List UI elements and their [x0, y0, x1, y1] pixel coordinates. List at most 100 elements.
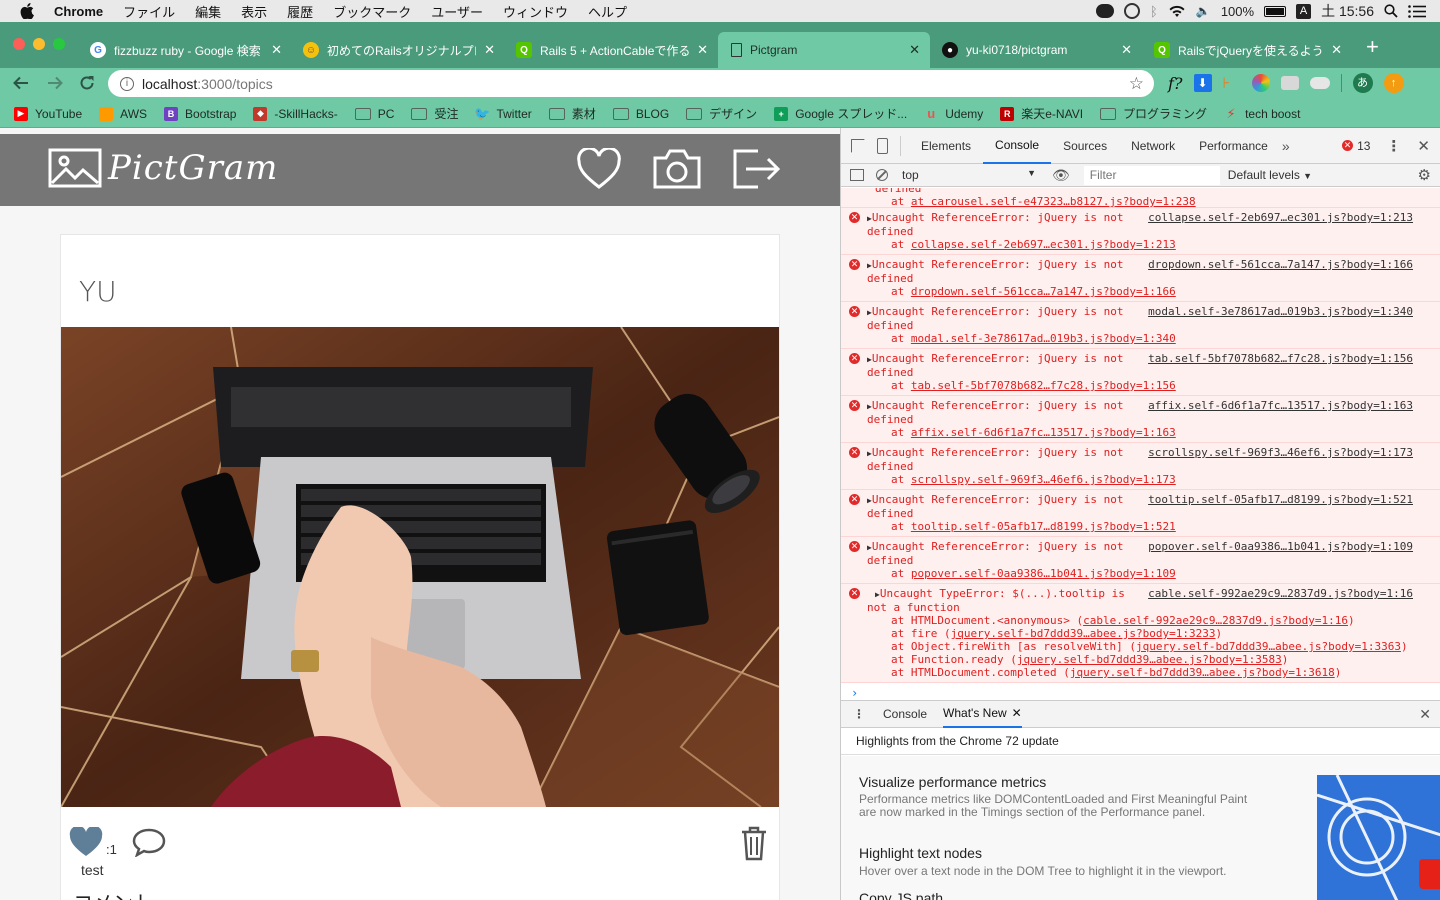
stack-link[interactable]: jquery.self-bd7ddd39…abee.js?body=1:3583 — [1017, 653, 1282, 666]
bookmark-item[interactable]: BLOG — [612, 107, 669, 121]
time-machine-icon[interactable] — [1124, 3, 1141, 19]
stack-link[interactable]: tab.self-5bf7078b682…f7c28.js?body=1:156 — [911, 379, 1176, 392]
bookmark-item[interactable]: デザイン — [686, 105, 757, 122]
close-tab-icon[interactable]: ✕ — [909, 42, 920, 58]
stack-link[interactable]: scrollspy.self-969f3…46ef6.js?body=1:173 — [911, 473, 1176, 486]
wifi-icon[interactable] — [1168, 5, 1186, 18]
clear-console-icon[interactable] — [876, 169, 888, 181]
drawer-tab-whats-new[interactable]: What's New ✕ — [943, 701, 1022, 728]
feature-item[interactable]: Copy JS path — [859, 890, 1279, 900]
update-icon[interactable]: ↑ — [1383, 73, 1404, 93]
close-drawer-icon[interactable]: ✕ — [1419, 706, 1431, 723]
post-photo[interactable] — [61, 327, 779, 807]
color-extension-icon[interactable] — [1251, 74, 1270, 92]
camera-extension-icon[interactable] — [1280, 76, 1299, 90]
stack-link[interactable]: affix.self-6d6f1a7fc…13517.js?body=1:163 — [911, 426, 1176, 439]
feature-item[interactable]: Highlight text nodes Hover over a text n… — [859, 845, 1279, 878]
volume-icon[interactable]: 🔈 — [1196, 4, 1211, 18]
device-toolbar-icon[interactable] — [877, 137, 888, 154]
app-name-menu[interactable]: Chrome — [44, 4, 113, 19]
comment-bubble-icon[interactable] — [131, 827, 167, 857]
download-extension-icon[interactable]: ⬇ — [1193, 74, 1212, 92]
tab-performance[interactable]: Performance — [1187, 128, 1280, 164]
reload-button[interactable] — [78, 74, 96, 92]
input-mode-indicator[interactable]: A — [1296, 3, 1312, 19]
profile-avatar[interactable]: あ — [1352, 73, 1373, 93]
more-tabs-icon[interactable]: » — [1282, 138, 1290, 154]
info-icon[interactable]: i — [120, 76, 134, 91]
browser-tab[interactable]: G fizzbuzz ruby - Google 検索 ✕ — [80, 32, 292, 68]
close-devtools-icon[interactable]: ✕ — [1417, 137, 1430, 155]
error-source-link[interactable]: popover.self-0aa9386…1b041.js?body=1:109 — [1148, 540, 1413, 553]
minimize-window-button[interactable] — [33, 38, 45, 50]
bookmark-item[interactable]: プログラミング — [1100, 105, 1207, 122]
bookmark-item[interactable]: 受注 — [411, 105, 458, 122]
menu-item[interactable]: ユーザー — [421, 2, 493, 21]
menu-item[interactable]: 表示 — [231, 2, 277, 21]
stack-link[interactable]: jquery.self-bd7ddd39…abee.js?body=1:3363 — [1136, 640, 1401, 653]
address-bar[interactable]: i localhost :3000/topics ☆ — [108, 70, 1154, 97]
notification-center-icon[interactable] — [1408, 4, 1426, 18]
close-tab-icon[interactable]: ✕ — [697, 42, 708, 58]
bookmark-item[interactable]: PC — [354, 107, 394, 121]
bookmark-item[interactable]: R 楽天e-NAVI — [1000, 105, 1083, 122]
formula-extension-icon[interactable]: f? — [1168, 74, 1183, 93]
battery-icon[interactable] — [1264, 5, 1287, 17]
bluetooth-icon[interactable]: ᛒ — [1150, 4, 1158, 19]
favorites-heart-icon[interactable] — [576, 148, 622, 190]
stack-link[interactable]: modal.self-3e78617ad…019b3.js?body=1:340 — [911, 332, 1176, 345]
close-tab-icon[interactable]: ✕ — [271, 42, 282, 58]
menu-item[interactable]: ウィンドウ — [493, 2, 578, 21]
camera-post-icon[interactable] — [652, 148, 702, 190]
bookmark-item[interactable]: 素材 — [548, 105, 596, 122]
stack-link[interactable]: cable.self-992ae29c9…2837d9.js?body=1:16 — [1083, 614, 1348, 627]
new-tab-button[interactable]: + — [1366, 36, 1379, 58]
bookmark-item[interactable]: ▶ YouTube — [14, 106, 82, 121]
menu-item[interactable]: ブックマーク — [323, 2, 421, 21]
tab-elements[interactable]: Elements — [909, 128, 983, 164]
spotlight-icon[interactable] — [1384, 4, 1398, 18]
site-logo[interactable]: PictGram — [48, 148, 278, 188]
stack-link[interactable]: popover.self-0aa9386…1b041.js?body=1:109 — [911, 567, 1176, 580]
sidebar-toggle-icon[interactable] — [850, 169, 864, 181]
drawer-tab-console[interactable]: Console — [883, 707, 927, 721]
browser-tab[interactable]: ☺ 初めてのRailsオリジナルプロ ✕ — [293, 32, 505, 68]
creative-cloud-icon[interactable] — [1096, 4, 1115, 18]
browser-tab[interactable]: Q RailsでjQueryを使えるように ✕ — [1144, 32, 1352, 68]
live-expression-eye-icon[interactable]: 👁 — [1052, 167, 1070, 184]
console-prompt[interactable]: › — [841, 683, 1440, 700]
close-tab-icon[interactable]: ✕ — [1331, 42, 1342, 58]
console-filter-input[interactable] — [1083, 165, 1220, 185]
toggle-extension-icon[interactable] — [1309, 77, 1330, 89]
menu-item[interactable]: 履歴 — [277, 2, 323, 21]
context-selector[interactable]: top ▼ — [902, 168, 1042, 182]
error-count-badge[interactable]: ✕ 13 — [1342, 139, 1370, 153]
error-source-link[interactable]: collapse.self-2eb697…ec301.js?body=1:213 — [1148, 211, 1413, 224]
bookmark-item[interactable]: B Bootstrap — [164, 106, 236, 121]
menu-item[interactable]: ファイル — [113, 2, 185, 21]
stack-link[interactable]: at carousel.self-e47323…b8127.js?body=1:… — [911, 195, 1196, 207]
stack-link[interactable]: tooltip.self-05afb17…d8199.js?body=1:521 — [911, 520, 1176, 533]
clock[interactable]: 土 15:56 — [1321, 1, 1374, 21]
menu-item[interactable]: 編集 — [185, 2, 231, 21]
drawer-menu-icon[interactable]: ⋮ — [853, 707, 865, 721]
browser-tab-active[interactable]: Pictgram ✕ — [718, 32, 930, 68]
stack-link[interactable]: dropdown.self-561cca…7a147.js?body=1:166 — [911, 285, 1176, 298]
delete-trash-icon[interactable] — [739, 825, 769, 861]
tab-network[interactable]: Network — [1119, 128, 1187, 164]
browser-tab[interactable]: ● yu-ki0718/pictgram ✕ — [932, 32, 1142, 68]
error-source-link[interactable]: scrollspy.self-969f3…46ef6.js?body=1:173 — [1148, 446, 1413, 459]
browser-tab[interactable]: Q Rails 5 + ActionCableで作る ✕ — [506, 32, 718, 68]
console-settings-icon[interactable]: ⚙ — [1418, 166, 1431, 184]
tab-console[interactable]: Console — [983, 128, 1052, 164]
error-source-link[interactable]: tooltip.self-05afb17…d8199.js?body=1:521 — [1148, 493, 1413, 506]
error-source-link[interactable]: affix.self-6d6f1a7fc…13517.js?body=1:163 — [1148, 399, 1413, 412]
inspect-element-icon[interactable] — [851, 138, 865, 153]
error-source-link[interactable]: cable.self-992ae29c9…2837d9.js?body=1:16 — [1148, 587, 1413, 600]
logout-icon[interactable] — [732, 148, 782, 190]
error-source-link[interactable]: modal.self-3e78617ad…019b3.js?body=1:340 — [1148, 305, 1413, 318]
error-source-link[interactable]: tab.self-5bf7078b682…f7c28.js?body=1:156 — [1148, 352, 1413, 365]
bookmark-item[interactable]: + Google スプレッド... — [774, 105, 907, 122]
menu-item[interactable]: ヘルプ — [578, 2, 637, 21]
bookmark-item[interactable]: u Udemy — [924, 106, 983, 121]
